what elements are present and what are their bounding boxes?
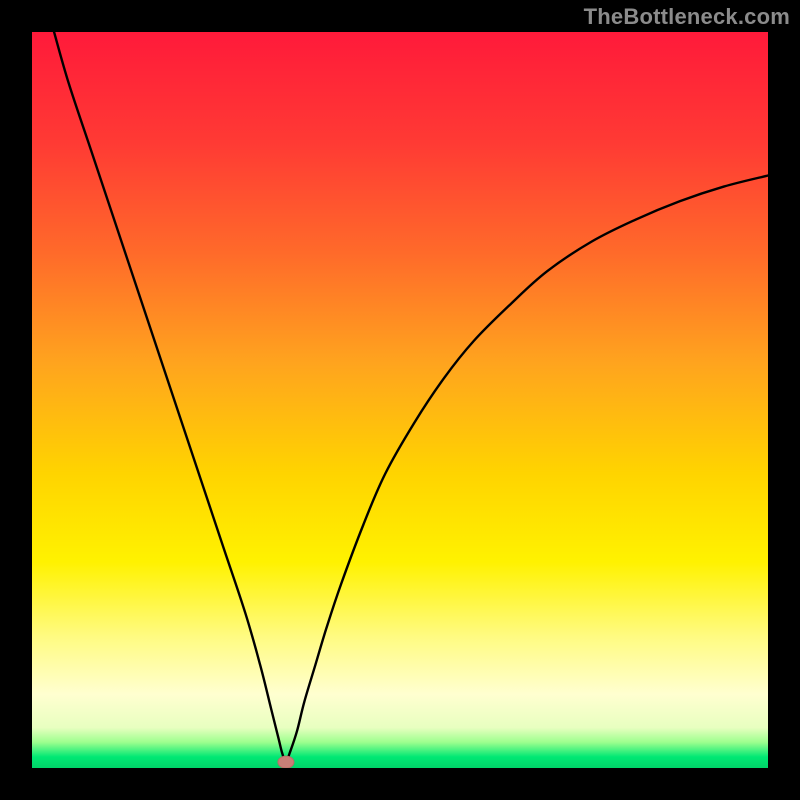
gradient-background xyxy=(32,32,768,768)
watermark-text: TheBottleneck.com xyxy=(584,4,790,30)
chart-frame: TheBottleneck.com xyxy=(0,0,800,800)
chart-svg xyxy=(32,32,768,768)
optimum-marker xyxy=(278,756,294,768)
plot-area xyxy=(32,32,768,768)
